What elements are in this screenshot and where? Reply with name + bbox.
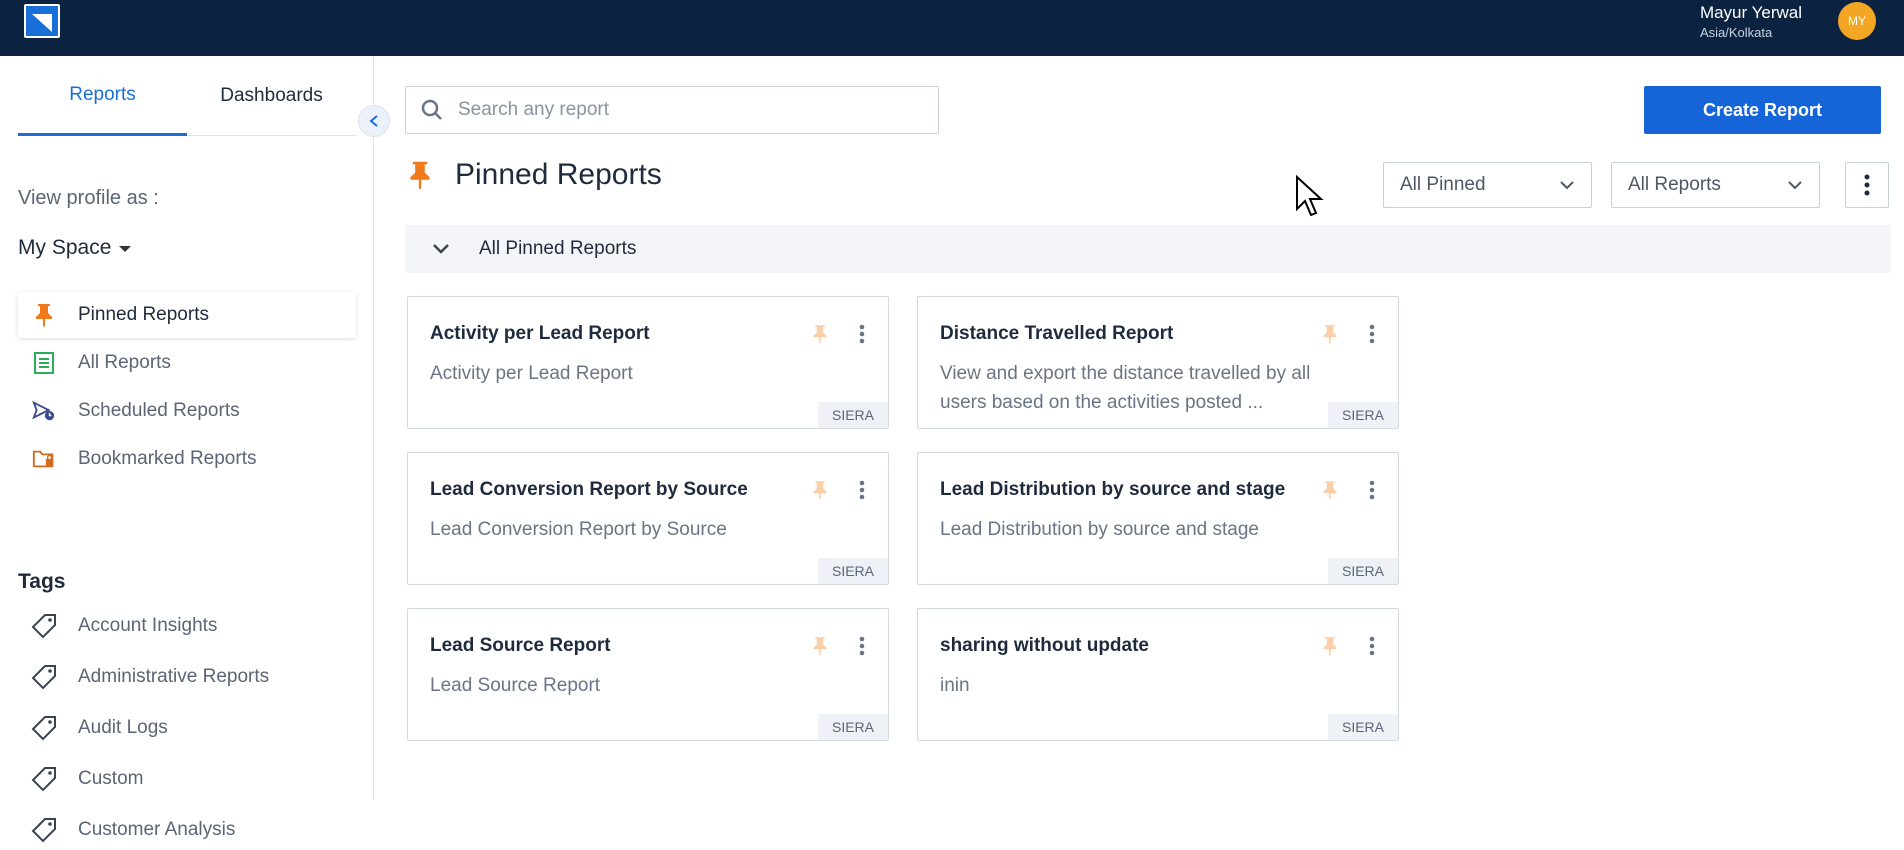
pin-icon[interactable] (1320, 321, 1340, 347)
group-header-all-pinned[interactable]: All Pinned Reports (405, 225, 1891, 273)
page-title-text: Pinned Reports (455, 158, 662, 191)
space-label: My Space (18, 236, 112, 259)
pin-icon[interactable] (810, 633, 830, 659)
create-report-button[interactable]: Create Report (1644, 86, 1881, 134)
tag-label: Custom (78, 768, 144, 789)
pin-icon (405, 158, 435, 192)
tag-label: Audit Logs (78, 717, 168, 738)
tag-item-custom[interactable]: Custom (30, 759, 143, 799)
sidebar-item-bookmarked-reports[interactable]: Bookmarked Reports (18, 436, 356, 482)
user-name: Mayur Yerwal (1699, 3, 1802, 22)
source-badge: SIERA (1327, 402, 1398, 428)
more-vertical-icon[interactable] (854, 477, 870, 503)
tab-dashboards[interactable]: Dashboards (187, 56, 356, 136)
pin-icon[interactable] (810, 477, 830, 503)
report-card-title: Lead Conversion Report by Source (430, 479, 748, 500)
report-card-title: Lead Source Report (430, 635, 611, 656)
pin-icon[interactable] (810, 321, 830, 347)
more-vertical-icon[interactable] (1364, 477, 1380, 503)
more-vertical-icon (1864, 174, 1870, 196)
tag-label: Account Insights (78, 615, 218, 636)
source-badge: SIERA (817, 714, 888, 740)
sidebar-item-label: All Reports (78, 352, 171, 373)
view-profile-label: View profile as : (18, 187, 159, 209)
report-card[interactable]: Lead Distribution by source and stage Le… (917, 452, 1399, 585)
caret-down-icon (119, 246, 132, 252)
sidebar-item-scheduled-reports[interactable]: Scheduled Reports (18, 388, 356, 434)
report-card[interactable]: Distance Travelled Report View and expor… (917, 296, 1399, 429)
source-badge: SIERA (1327, 558, 1398, 584)
report-card[interactable]: Lead Conversion Report by Source Lead Co… (407, 452, 889, 585)
source-badge: SIERA (1327, 714, 1398, 740)
report-card-title: Lead Distribution by source and stage (940, 479, 1286, 500)
app-logo-icon[interactable] (24, 4, 60, 38)
user-info[interactable]: Mayur Yerwal Asia/Kolkata (1700, 2, 1802, 42)
pinned-filter-select[interactable]: All Pinned (1383, 162, 1592, 208)
sidebar-item-label: Pinned Reports (78, 304, 209, 325)
more-options-button[interactable] (1845, 162, 1889, 208)
pin-icon (32, 303, 56, 327)
report-card[interactable]: sharing without update inin SIERA (917, 608, 1399, 741)
tag-icon (30, 714, 58, 742)
more-vertical-icon[interactable] (854, 633, 870, 659)
tag-label: Administrative Reports (78, 666, 270, 687)
tags-heading: Tags (18, 570, 66, 593)
sidebar-item-pinned-reports[interactable]: Pinned Reports (18, 292, 356, 338)
sidebar: Reports Dashboards View profile as : My … (0, 56, 374, 843)
user-timezone: Asia/Kolkata (1699, 25, 1773, 40)
pin-icon[interactable] (1320, 633, 1340, 659)
report-card[interactable]: Activity per Lead Report Activity per Le… (407, 296, 889, 429)
page-title: Pinned Reports (405, 158, 662, 192)
search-icon (420, 98, 444, 122)
tab-reports[interactable]: Reports (18, 56, 187, 136)
report-card-description: View and export the distance travelled b… (940, 363, 1311, 413)
report-card-description: Lead Source Report (430, 675, 601, 696)
search-box[interactable] (405, 86, 939, 134)
more-vertical-icon[interactable] (1364, 321, 1380, 347)
more-vertical-icon[interactable] (1364, 633, 1380, 659)
reports-filter-value: All Reports (1628, 174, 1721, 195)
report-card-description: Lead Conversion Report by Source (430, 519, 727, 540)
tag-item-customer-analysis[interactable]: Customer Analysis (30, 810, 235, 850)
tag-icon (30, 663, 58, 691)
chevron-down-icon[interactable] (431, 239, 451, 259)
tag-item-administrative-reports[interactable]: Administrative Reports (30, 657, 269, 697)
report-card-description: Lead Distribution by source and stage (940, 519, 1259, 540)
collapse-sidebar-button[interactable] (358, 105, 390, 137)
pinned-filter-value: All Pinned (1400, 174, 1486, 195)
tag-item-account-insights[interactable]: Account Insights (30, 606, 217, 646)
chevron-left-icon (369, 115, 378, 127)
reports-filter-select[interactable]: All Reports (1611, 162, 1820, 208)
more-vertical-icon[interactable] (854, 321, 870, 347)
avatar[interactable]: MY (1838, 2, 1876, 40)
top-bar: Mayur Yerwal Asia/Kolkata MY (0, 0, 1904, 56)
send-clock-icon (32, 399, 56, 423)
folder-lock-icon (32, 447, 56, 471)
tag-icon (30, 612, 58, 640)
group-label: All Pinned Reports (479, 238, 637, 259)
search-input[interactable] (458, 99, 918, 121)
document-list-icon (32, 351, 56, 375)
chevron-down-icon (1560, 181, 1574, 190)
sidebar-item-all-reports[interactable]: All Reports (18, 340, 356, 386)
space-selector[interactable]: My Space (18, 236, 132, 260)
report-card[interactable]: Lead Source Report Lead Source Report SI… (407, 608, 889, 741)
pin-icon[interactable] (1320, 477, 1340, 503)
mouse-cursor-icon (1296, 175, 1324, 217)
sidebar-tabs: Reports Dashboards (18, 56, 356, 136)
report-card-title: Activity per Lead Report (430, 323, 650, 344)
tag-label: Customer Analysis (78, 819, 236, 840)
source-badge: SIERA (817, 402, 888, 428)
sidebar-item-label: Bookmarked Reports (78, 448, 257, 469)
report-card-title: sharing without update (940, 635, 1149, 656)
report-card-description: Activity per Lead Report (430, 363, 633, 384)
tag-icon (30, 816, 58, 844)
source-badge: SIERA (817, 558, 888, 584)
report-card-description: inin (940, 675, 970, 696)
report-card-title: Distance Travelled Report (940, 323, 1174, 344)
chevron-down-icon (1788, 181, 1802, 190)
tag-icon (30, 765, 58, 793)
tag-item-audit-logs[interactable]: Audit Logs (30, 708, 168, 748)
sidebar-item-label: Scheduled Reports (78, 400, 240, 421)
